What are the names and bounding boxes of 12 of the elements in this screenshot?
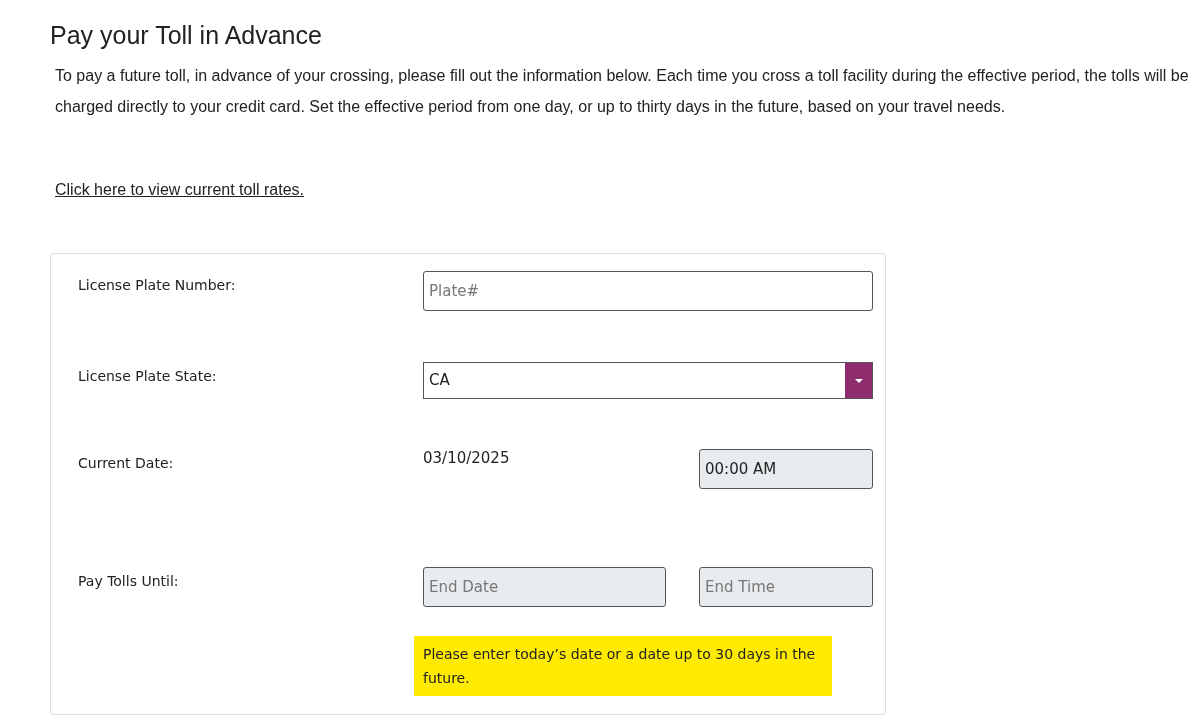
field-label: License Plate Number:	[78, 276, 237, 293]
field-label: Current Date:	[78, 454, 175, 471]
state-dropdown[interactable]: CA	[423, 362, 873, 399]
toll-rates-link[interactable]: Click here to view current toll rates.	[55, 181, 304, 199]
field-label: License Plate State:	[78, 367, 218, 384]
intro-paragraph: To pay a future toll, in advance of your crossing, please fill out the information below. Each time you cross a toll facility during the effective period, the tolls will be charged directly to your credit card. Set the effective period from one day, or up to thirty days in the future, based on your travel needs.	[55, 66, 1190, 117]
current-date: 03/10/2025	[423, 449, 511, 469]
caret-icon	[854, 378, 863, 383]
page-title: Pay your Toll in Advance	[50, 20, 323, 51]
plate-number-field[interactable]: Plate#	[423, 271, 873, 311]
date-hint-text: Please enter today’s date or a date up to 30 days in the future.	[414, 636, 832, 696]
field-label: Pay Tolls Until:	[78, 572, 180, 589]
